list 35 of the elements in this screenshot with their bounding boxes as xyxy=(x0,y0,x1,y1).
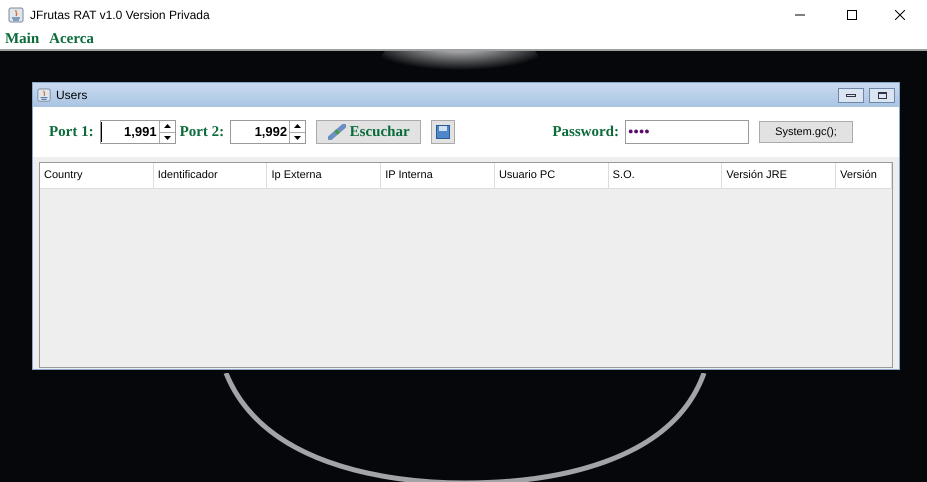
down-triangle-icon xyxy=(164,136,171,140)
frame-title: Users xyxy=(56,87,88,104)
password-label: Password: xyxy=(552,122,619,142)
maximize-icon[interactable] xyxy=(847,10,857,20)
menu-item[interactable]: Main xyxy=(5,28,40,51)
port-label: Port 1: xyxy=(49,122,94,142)
column-header[interactable]: Identificador xyxy=(154,163,268,188)
column-header[interactable]: Versión xyxy=(836,163,892,188)
save-button[interactable] xyxy=(431,120,456,144)
port-spinner[interactable]: 1,991 xyxy=(100,120,176,144)
password-field[interactable]: ●●●● xyxy=(625,120,749,144)
port-value: 1,991 xyxy=(100,122,159,142)
port-label: Port 2: xyxy=(180,122,224,142)
restore-button[interactable] xyxy=(869,88,895,102)
column-header[interactable]: Ip Externa xyxy=(267,163,382,188)
port-spinner[interactable]: 1,992 xyxy=(230,120,306,144)
gc-button[interactable]: System.gc(); xyxy=(759,121,853,143)
minimize-button[interactable] xyxy=(838,88,864,102)
column-header[interactable]: Usuario PC xyxy=(494,163,609,188)
down-triangle-icon xyxy=(294,136,302,140)
listen-button[interactable]: Escuchar xyxy=(316,120,422,144)
up-triangle-icon xyxy=(164,124,171,128)
column-header[interactable]: S.O. xyxy=(608,163,722,188)
app-icon xyxy=(37,88,51,102)
window-title: JFrutas RAT v1.0 Version Privada xyxy=(30,7,210,24)
column-header[interactable]: IP Interna xyxy=(381,163,495,188)
menu-item[interactable]: Acerca xyxy=(49,28,94,51)
column-header[interactable]: Versión JRE xyxy=(722,163,836,188)
password-value: ●●●● xyxy=(628,125,650,138)
column-header[interactable]: Country xyxy=(40,163,154,188)
port-value: 1,992 xyxy=(254,123,288,142)
app-icon xyxy=(8,7,24,23)
plug-icon xyxy=(328,124,346,140)
close-icon[interactable] xyxy=(895,10,905,20)
up-triangle-icon xyxy=(294,124,302,128)
